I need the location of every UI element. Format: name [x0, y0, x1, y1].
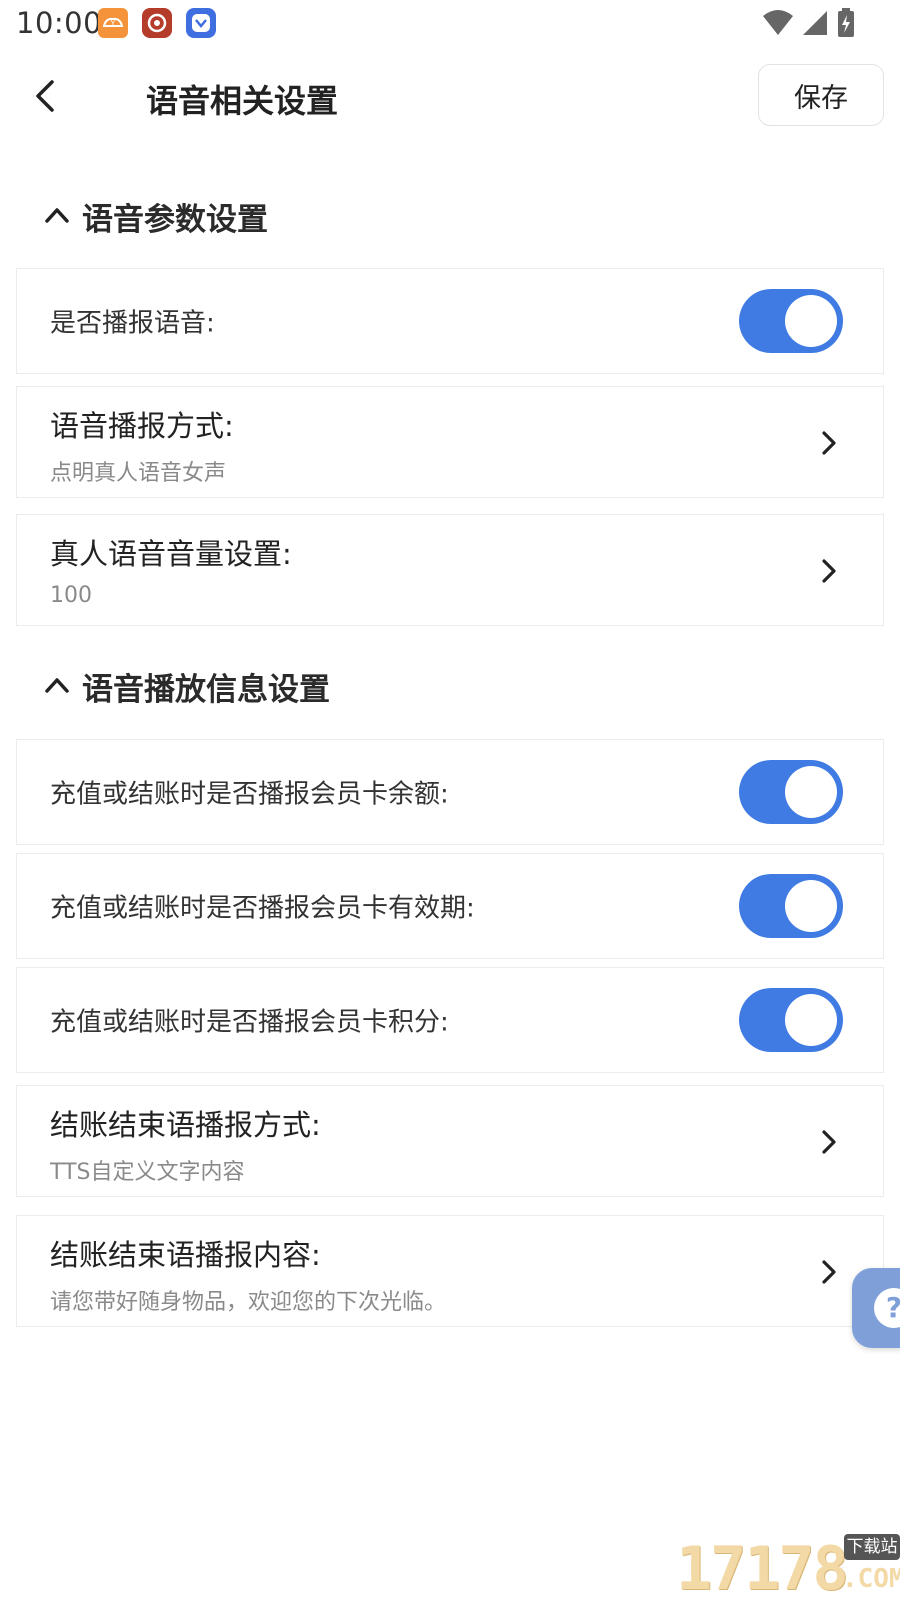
- setting-row-voice-volume[interactable]: 真人语音音量设置: 100: [16, 514, 884, 626]
- chevron-right-icon: [822, 1130, 836, 1154]
- battery-icon: [838, 8, 854, 37]
- chevron-right-icon: [822, 431, 836, 455]
- announce-expiry-toggle[interactable]: [739, 874, 843, 938]
- status-bar: 10:00 Y: [0, 0, 900, 48]
- toggle-knob: [785, 994, 837, 1046]
- toggle-knob: [785, 295, 837, 347]
- setting-row-voice-mode[interactable]: 语音播报方式: 点明真人语音女声: [16, 386, 884, 498]
- announce-balance-toggle[interactable]: [739, 760, 843, 824]
- system-icons: [760, 8, 856, 40]
- announce-voice-toggle[interactable]: [739, 289, 843, 353]
- svg-text:Y: Y: [110, 19, 116, 28]
- setting-value: TTS自定义文字内容: [50, 1160, 245, 1185]
- help-button[interactable]: ?: [852, 1268, 900, 1348]
- save-button[interactable]: 保存: [758, 64, 884, 126]
- chevron-right-icon: [822, 1260, 836, 1284]
- notification-app-icon-3: [186, 8, 216, 38]
- setting-row-announce-expiry: 充值或结账时是否播报会员卡有效期:: [16, 853, 884, 959]
- setting-label: 充值或结账时是否播报会员卡余额:: [50, 779, 449, 810]
- setting-label: 真人语音音量设置:: [50, 537, 292, 571]
- watermark-digits: 17178: [676, 1534, 849, 1604]
- watermark-badge: 下载站: [844, 1534, 900, 1560]
- watermark-logo: 17178 下载站 .COM: [676, 1534, 900, 1604]
- help-icon: ?: [874, 1288, 900, 1328]
- setting-value: 100: [50, 583, 92, 608]
- setting-value: 点明真人语音女声: [50, 461, 227, 486]
- setting-row-announce-voice: 是否播报语音:: [16, 268, 884, 374]
- chevron-up-icon: [45, 678, 69, 693]
- back-button[interactable]: [28, 74, 68, 118]
- chevron-left-icon: [36, 80, 54, 112]
- setting-value: 请您带好随身物品，欢迎您的下次光临。: [50, 1290, 447, 1315]
- setting-row-closing-mode[interactable]: 结账结束语播报方式: TTS自定义文字内容: [16, 1085, 884, 1197]
- announce-points-toggle[interactable]: [739, 988, 843, 1052]
- notification-app-icon-1: Y: [98, 8, 128, 38]
- chevron-right-icon: [822, 559, 836, 583]
- toggle-knob: [785, 766, 837, 818]
- section-title: 语音播放信息设置: [82, 672, 330, 708]
- signal-icon: [802, 11, 827, 35]
- setting-label: 结账结束语播报内容:: [50, 1238, 321, 1272]
- toggle-knob: [785, 880, 837, 932]
- wifi-icon: [762, 10, 793, 35]
- setting-row-closing-content[interactable]: 结账结束语播报内容: 请您带好随身物品，欢迎您的下次光临。: [16, 1215, 884, 1327]
- setting-label: 语音播报方式:: [50, 409, 234, 443]
- status-time: 10:00: [16, 6, 103, 40]
- watermark-suffix: .COM: [842, 1564, 900, 1594]
- header: 语音相关设置 保存: [0, 48, 900, 148]
- page-title: 语音相关设置: [146, 82, 339, 120]
- setting-label: 充值或结账时是否播报会员卡积分:: [50, 1007, 449, 1038]
- setting-row-announce-points: 充值或结账时是否播报会员卡积分:: [16, 967, 884, 1073]
- setting-label: 充值或结账时是否播报会员卡有效期:: [50, 893, 475, 924]
- section-title: 语音参数设置: [82, 202, 268, 238]
- chevron-up-icon: [45, 208, 69, 223]
- setting-label: 结账结束语播报方式:: [50, 1108, 321, 1142]
- setting-row-announce-balance: 充值或结账时是否播报会员卡余额:: [16, 739, 884, 845]
- notification-app-icon-2: [142, 8, 172, 38]
- setting-label: 是否播报语音:: [50, 308, 215, 339]
